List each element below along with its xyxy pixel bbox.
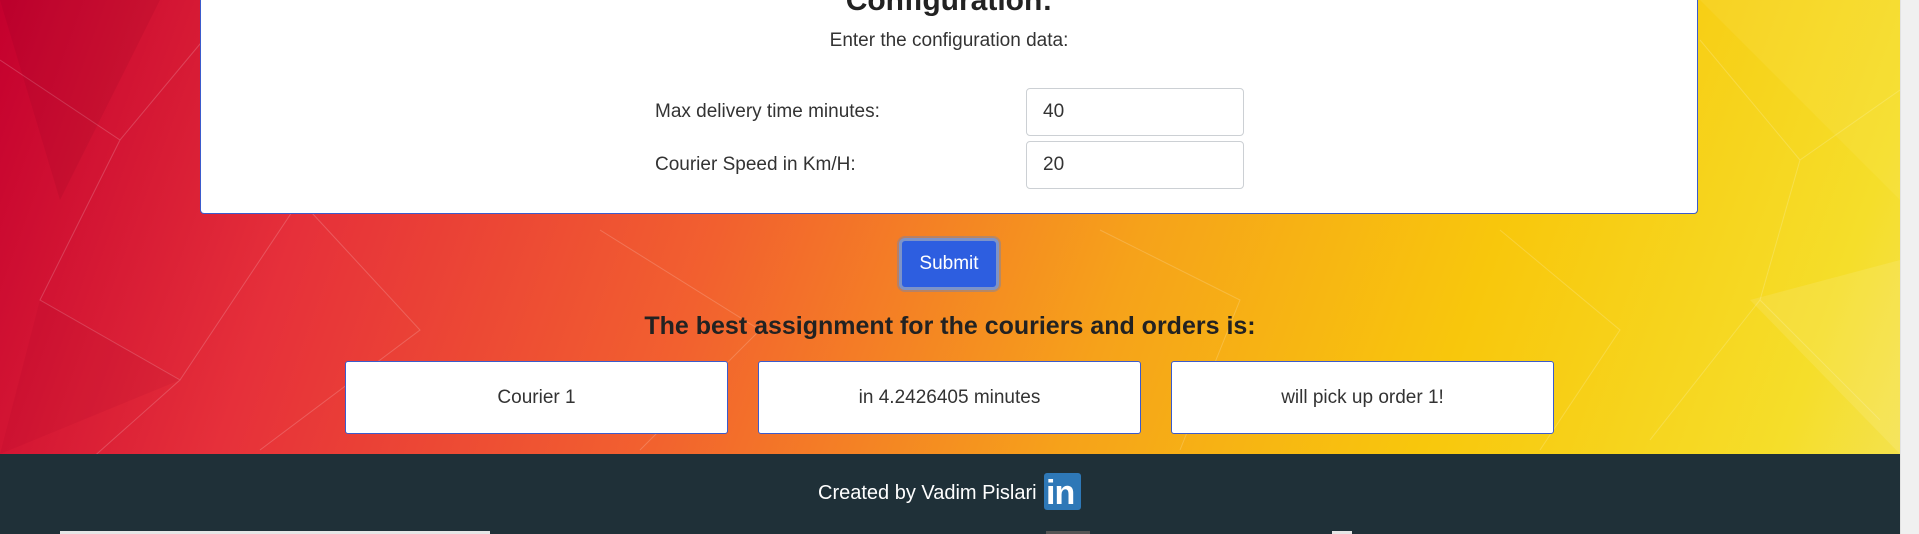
result-box-time: in 4.2426405 minutes [758, 361, 1141, 434]
vertical-scrollbar[interactable] [1900, 0, 1919, 534]
form-row-max-delivery: Max delivery time minutes: [655, 88, 1245, 136]
courier-speed-label: Courier Speed in Km/H: [655, 154, 856, 175]
config-title: Configuration: [845, 0, 1053, 17]
linkedin-icon-glyph: in [1046, 474, 1075, 512]
submit-button[interactable]: Submit [899, 238, 999, 290]
courier-speed-input[interactable] [1026, 141, 1244, 189]
page: Configuration: Enter the configuration d… [0, 0, 1900, 534]
result-box-courier: Courier 1 [345, 361, 728, 434]
footer: Created by Vadim Pislari in [0, 454, 1900, 534]
result-box-order: will pick up order 1! [1171, 361, 1554, 434]
footer-credit: Created by Vadim Pislari [818, 482, 1037, 504]
linkedin-icon[interactable]: in [1044, 473, 1081, 512]
max-delivery-input[interactable] [1026, 88, 1244, 136]
form-row-courier-speed: Courier Speed in Km/H: [655, 141, 1245, 189]
configuration-card: Configuration: Enter the configuration d… [200, 0, 1698, 214]
max-delivery-label: Max delivery time minutes: [655, 101, 880, 122]
config-subtitle: Enter the configuration data: [829, 30, 1069, 51]
result-heading: The best assignment for the couriers and… [644, 312, 1256, 340]
